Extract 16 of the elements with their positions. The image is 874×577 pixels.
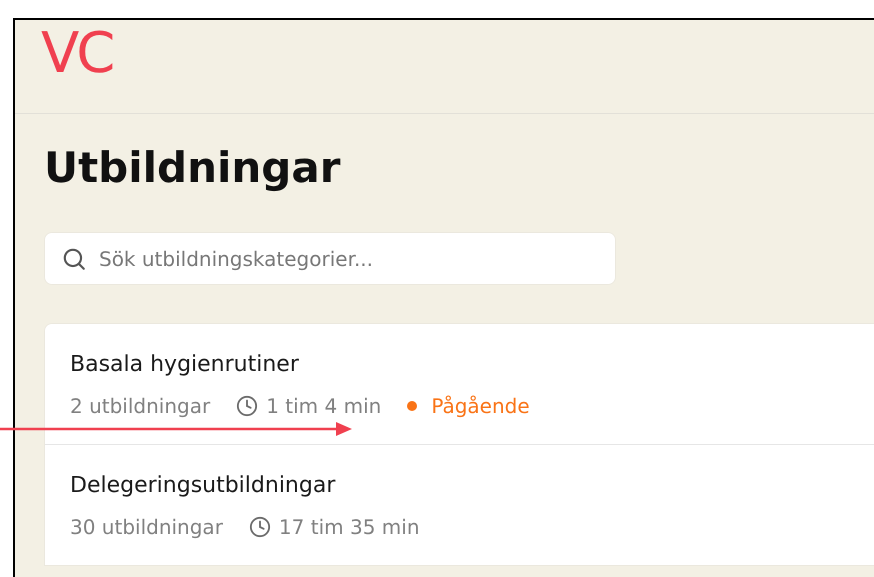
search-input[interactable]: Sök utbildningskategorier... xyxy=(99,244,599,274)
status-label: Pågående xyxy=(431,394,530,418)
course-count: 30 utbildningar xyxy=(70,515,223,539)
category-row[interactable]: Delegeringsutbildningar 30 utbildningar 17 tim 35 min xyxy=(45,444,874,565)
category-title: Basala hygienrutiner xyxy=(70,352,299,378)
search-icon xyxy=(61,246,87,272)
duration: 17 tim 35 min xyxy=(278,515,420,539)
clock-icon xyxy=(236,395,258,417)
clock-icon xyxy=(248,516,271,538)
category-title: Delegeringsutbildningar xyxy=(70,473,336,499)
course-count: 2 utbildningar xyxy=(70,394,210,418)
duration: 1 tim 4 min xyxy=(266,394,382,418)
search-field[interactable]: Sök utbildningskategorier... xyxy=(44,232,616,285)
logo: VC xyxy=(41,26,114,82)
category-row[interactable]: Basala hygienrutiner 2 utbildningar 1 tim 4 min Pågående xyxy=(45,324,874,444)
page-title: Utbildningar xyxy=(44,142,340,194)
